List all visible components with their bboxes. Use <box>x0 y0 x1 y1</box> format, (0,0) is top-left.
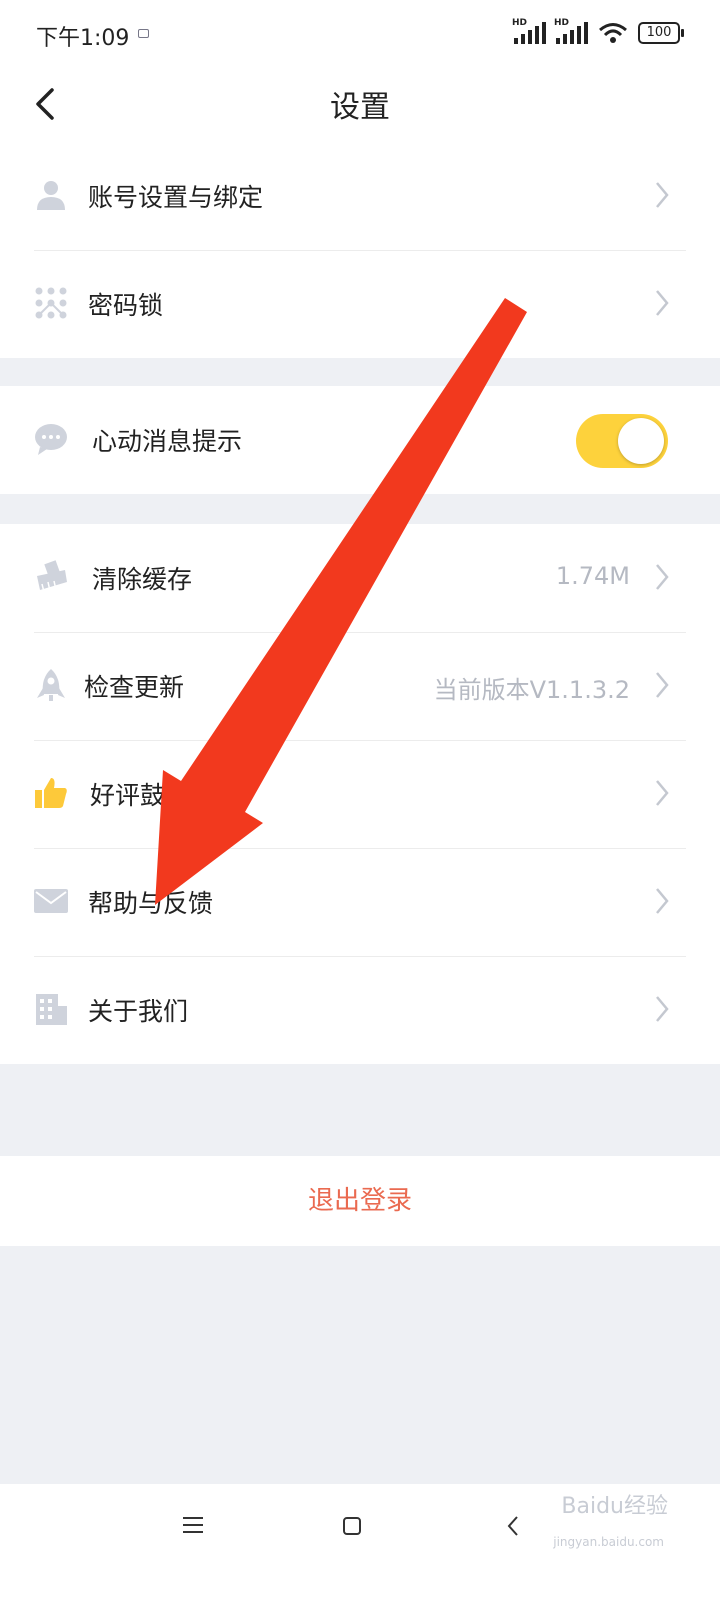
chevron-right-icon <box>656 564 669 590</box>
page-title: 设置 <box>330 90 390 125</box>
chevron-right-icon <box>656 888 669 914</box>
row-label: 密码锁 <box>88 291 164 320</box>
cache-size-value: 1.74M <box>555 562 630 590</box>
heart-notify-toggle[interactable] <box>576 414 668 468</box>
row-label: 检查更新 <box>84 673 185 702</box>
signal-hd-label-2: HD <box>554 18 570 28</box>
row-rate-us[interactable]: 好评鼓励 <box>0 740 720 848</box>
row-label: 好评鼓励 <box>90 781 191 810</box>
thumbs-up-icon <box>35 778 67 808</box>
battery-icon: 100 <box>638 22 684 44</box>
row-heart-notify: 心动消息提示 <box>0 386 720 494</box>
settings-group-account: 账号设置与绑定 密码锁 <box>0 142 720 358</box>
cell-signal-icon-2: HD <box>554 18 588 44</box>
heart-chat-icon <box>35 424 67 455</box>
wifi-icon <box>599 23 627 43</box>
envelope-icon <box>34 889 68 913</box>
row-label: 清除缓存 <box>92 565 193 594</box>
user-icon <box>37 181 65 210</box>
row-label: 关于我们 <box>88 997 189 1026</box>
chevron-right-icon <box>656 780 669 806</box>
back-nav-icon[interactable] <box>506 1515 520 1537</box>
menu-icon[interactable] <box>182 1516 204 1534</box>
rocket-icon <box>37 669 65 701</box>
notification-icon <box>138 29 149 38</box>
status-bar: 下午1:09 HD HD 100 <box>0 0 720 68</box>
cell-signal-icon: HD <box>512 18 546 44</box>
pattern-lock-icon <box>35 287 67 319</box>
row-label: 心动消息提示 <box>92 427 243 456</box>
status-indicators: HD HD 100 <box>512 18 684 44</box>
row-account-binding[interactable]: 账号设置与绑定 <box>0 142 720 250</box>
watermark-brand: Baidu经验 <box>561 1494 668 1519</box>
row-about-us[interactable]: 关于我们 <box>0 956 720 1064</box>
watermark-url: jingyan.baidu.com <box>553 1535 664 1549</box>
toggle-knob <box>618 418 664 464</box>
broom-icon <box>37 560 67 593</box>
row-clear-cache[interactable]: 清除缓存 1.74M <box>0 524 720 632</box>
nav-bar: 设置 <box>0 68 720 143</box>
row-label: 帮助与反馈 <box>88 889 214 918</box>
settings-group-misc: 清除缓存 1.74M 检查更新 当前版本V1.1.3.2 好评鼓励 帮助与反馈 <box>0 524 720 1064</box>
row-help-feedback[interactable]: 帮助与反馈 <box>0 848 720 956</box>
logout-button[interactable]: 退出登录 <box>0 1156 720 1246</box>
chevron-right-icon <box>656 672 669 698</box>
row-label: 账号设置与绑定 <box>88 183 264 212</box>
settings-group-notify: 心动消息提示 <box>0 386 720 494</box>
status-time: 下午1:09 <box>36 26 130 51</box>
row-check-update[interactable]: 检查更新 当前版本V1.1.3.2 <box>0 632 720 740</box>
version-value: 当前版本V1.1.3.2 <box>433 676 630 704</box>
building-icon <box>36 994 67 1025</box>
row-password-lock[interactable]: 密码锁 <box>0 250 720 358</box>
chevron-right-icon <box>656 996 669 1022</box>
home-icon[interactable] <box>342 1516 362 1536</box>
chevron-right-icon <box>656 182 669 208</box>
chevron-right-icon <box>656 290 669 316</box>
signal-hd-label: HD <box>512 18 528 28</box>
